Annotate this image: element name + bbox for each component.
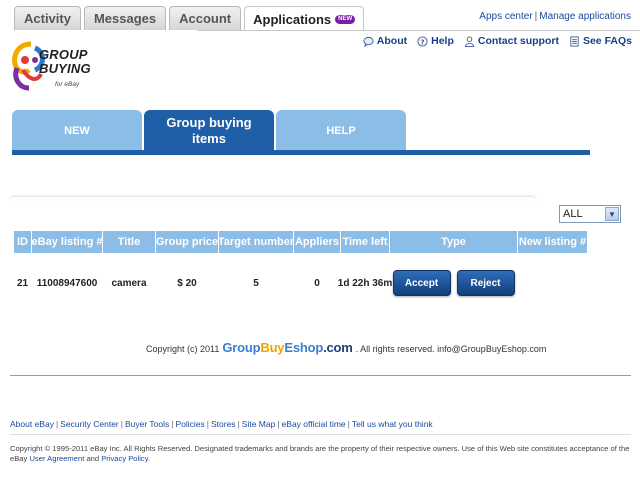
speech-bubble-icon [363,36,374,47]
help-links: About ? Help Contact support See FAQs [363,35,632,47]
logo-line1: GROUP [39,47,88,62]
top-tab-bar: Activity Messages Account Applications N… [14,6,365,31]
footer-link-buyer-tools[interactable]: Buyer Tools [125,419,169,429]
col-header-type: Type [390,231,517,253]
brand-part-2: Buy [260,340,285,355]
col-header-time-left: Time left [341,231,389,253]
brand-part-3: Eshop [284,340,324,355]
logo-subtitle: for eBay [55,81,80,88]
table-header-row: ID eBay listing # Title Group price Targ… [14,231,587,253]
content-divider [10,375,631,376]
nav-tab-group-buying-items-label: Group buying items [166,115,252,146]
col-header-group-price: Group price [156,231,218,253]
reject-button[interactable]: Reject [456,270,515,296]
logo-line2: BUYING [39,61,91,76]
logo-wordmark: GROUP BUYING [39,48,91,76]
cell-listing[interactable]: 11008947600 [32,278,102,289]
col-header-appliers: Appliers [294,231,340,253]
type-filter-select[interactable]: ALL ▼ [559,205,621,223]
nav-tab-help[interactable]: HELP [276,110,406,152]
cell-time-left: 1d 22h 36m [337,277,393,289]
nav-tab-new-label: NEW [64,125,90,137]
cell-title: camera [111,277,147,289]
cell-group-price: $ 20 [177,277,197,289]
cell-type: Accept Reject [390,270,517,296]
privacy-policy-link[interactable]: Privacy Policy [101,454,148,463]
tab-applications[interactable]: Applications NEW [244,6,365,31]
user-agreement-link[interactable]: User Agreement [29,454,84,463]
groupbuyeshop-brand[interactable]: GroupBuyEshop.com [222,340,352,355]
inner-copyright-prefix: Copyright (c) 2011 [146,344,220,354]
brand-part-4: .com [323,340,353,355]
apps-center-link[interactable]: Apps center [479,11,532,22]
footer-and: and [86,454,100,463]
col-header-listing: eBay listing # [32,231,102,253]
tab-account[interactable]: Account [169,6,242,30]
see-faqs-link[interactable]: See FAQs [569,35,632,47]
apps-links: Apps center | Manage applications [479,11,631,22]
tab-messages[interactable]: Messages [83,6,167,30]
footer-link-official-time[interactable]: eBay official time [282,419,346,429]
items-table: ID eBay listing # Title Group price Targ… [14,231,587,299]
col-header-new-listing: New listing # [518,231,587,253]
manage-applications-link[interactable]: Manage applications [539,11,631,22]
tab-baseline [198,30,640,31]
footer-link-tell-us[interactable]: Tell us what you think [352,419,433,429]
nav-tab-new[interactable]: NEW [12,110,142,152]
footer-link-about-ebay[interactable]: About eBay [10,419,54,429]
main-nav-tabs: NEW Group buying items HELP [12,110,590,155]
contact-support-link-label: Contact support [477,35,559,47]
cell-target-number: 5 [253,277,259,289]
question-icon: ? [417,35,428,47]
document-icon [570,35,579,47]
footer-link-site-map[interactable]: Site Map [242,419,276,429]
table-row: 21 11008947600 camera $ 20 5 0 1d 22h 36… [14,267,587,299]
new-badge: NEW [335,14,356,24]
person-icon [464,35,474,47]
tab-activity[interactable]: Activity [14,6,81,30]
cell-id: 21 [16,277,29,289]
inner-copyright-suffix: . All rights reserved. info@GroupBuyEsho… [355,344,547,354]
about-link[interactable]: About [363,35,407,47]
tab-activity-label: Activity [24,11,71,26]
col-header-id: ID [14,231,31,253]
footer-copyright: Copyright © 1995-2011 eBay Inc. All Righ… [10,444,630,464]
content-panel-edge [10,196,536,204]
help-link-label: Help [431,35,454,47]
footer-divider [10,434,631,435]
tab-messages-label: Messages [93,11,157,26]
about-link-label: About [376,35,408,47]
inner-copyright: Copyright (c) 2011 GroupBuyEshop.com . A… [146,340,546,355]
brand-part-1: Group [222,340,261,355]
footer-link-policies[interactable]: Policies [175,419,204,429]
nav-tab-help-label: HELP [326,125,356,137]
nav-tab-underline [12,150,590,155]
col-header-title: Title [103,231,155,253]
see-faqs-link-label: See FAQs [582,35,632,47]
group-buying-logo[interactable]: GROUP BUYING for eBay [11,40,101,94]
svg-text:?: ? [420,37,424,46]
cell-appliers: 0 [314,277,320,289]
footer-link-stores[interactable]: Stores [211,419,236,429]
nav-tab-group-buying-items[interactable]: Group buying items [144,110,274,152]
apps-links-separator: | [534,11,538,22]
help-link[interactable]: ? Help [417,35,454,47]
chevron-down-icon: ▼ [605,207,619,221]
tab-applications-label: Applications [253,11,332,27]
type-filter-value: ALL [563,208,583,220]
col-header-target-number: Target number [218,231,294,253]
accept-button[interactable]: Accept [392,270,451,296]
footer-link-security-center[interactable]: Security Center [60,419,119,429]
tab-account-label: Account [179,11,232,26]
footer-links: About eBay | Security Center | Buyer Tools | P… [10,419,433,429]
contact-support-link[interactable]: Contact support [464,35,559,47]
footer-end: . [147,454,151,463]
